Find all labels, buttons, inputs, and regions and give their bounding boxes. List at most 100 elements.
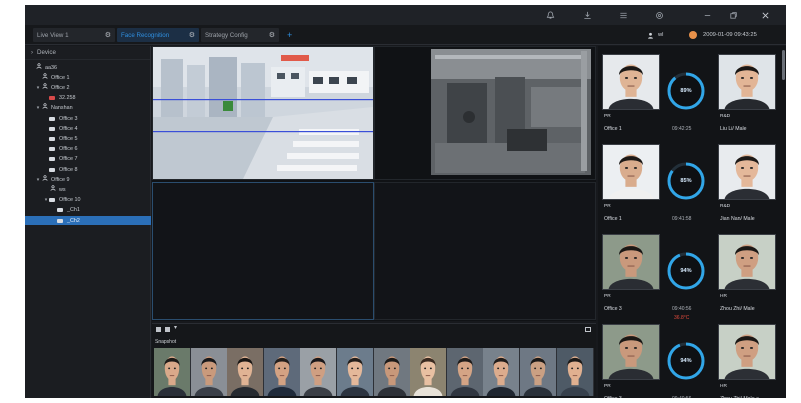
- tree-item[interactable]: Office 1: [25, 72, 151, 82]
- tree-item[interactable]: Office 5: [25, 134, 151, 143]
- download-icon[interactable]: [581, 9, 593, 21]
- similarity-percent: 89%: [680, 88, 692, 94]
- user-icon: [648, 32, 653, 39]
- recognition-card[interactable]: 94%PROffice 309:40:5636.8°CHRZhou Zhi/ M…: [598, 324, 781, 398]
- matched-face[interactable]: [718, 144, 776, 200]
- tree-item[interactable]: Office 8: [25, 165, 151, 174]
- tab-face-recognition[interactable]: Face Recognition ⚙: [117, 28, 199, 42]
- camera-feed-office: [153, 47, 373, 179]
- tree-item-label: _Ch2: [67, 217, 80, 224]
- group-icon: [41, 174, 48, 185]
- tree-item[interactable]: ▾ Office 10: [25, 196, 151, 205]
- capture-source-tag: PR: [604, 384, 611, 389]
- matched-face[interactable]: [718, 54, 776, 110]
- similarity-percent: 85%: [680, 178, 692, 184]
- video-grid: [152, 46, 596, 321]
- captured-face[interactable]: [602, 234, 660, 290]
- minimize-icon[interactable]: [701, 9, 713, 21]
- person-name: Zhou Zhi/ Male: [720, 306, 755, 312]
- capture-time: 09:42:25: [672, 126, 692, 132]
- camera-icon: [49, 157, 55, 162]
- snapshot-face[interactable]: [373, 348, 410, 396]
- tree-item-label: Office 8: [59, 166, 78, 173]
- capture-source-tag: PR: [604, 114, 611, 119]
- tab-live-view[interactable]: Live View 1 ⚙: [33, 28, 115, 42]
- person-name: Zhou Zhi/ Male ×: [720, 396, 759, 398]
- snapshot-faces-strip: [154, 348, 594, 396]
- expand-icon[interactable]: [585, 327, 591, 332]
- similarity-percent: 94%: [680, 358, 692, 364]
- captured-face[interactable]: [602, 324, 660, 380]
- tree-item-label: Office 6: [59, 146, 78, 153]
- snapshot-face[interactable]: [446, 348, 483, 396]
- snapshot-face[interactable]: [154, 348, 190, 396]
- snapshot-panel: ▾ Snapshot: [152, 323, 596, 398]
- recognition-panel: 89% PR Office 1 09:42:25 R&D Liu Li/ Male 85% P…: [598, 46, 786, 398]
- sidebar-header[interactable]: › Device: [25, 46, 150, 60]
- snapshot-face[interactable]: [410, 348, 447, 396]
- recognition-card[interactable]: 94%PROffice 309:40:5636.8°CHRZhou Zhi/ M…: [598, 234, 781, 322]
- scrollbar[interactable]: [782, 50, 785, 80]
- tree-item[interactable]: aa36: [25, 62, 151, 72]
- captured-face[interactable]: [602, 54, 660, 110]
- tree-item-label: Office 1: [51, 74, 70, 81]
- tree-item[interactable]: Office 3: [25, 114, 151, 123]
- matched-face[interactable]: [718, 324, 776, 380]
- grid-view-icon[interactable]: [156, 327, 161, 332]
- tree-item[interactable]: ws: [25, 185, 151, 194]
- tree-item[interactable]: _Ch2: [25, 216, 151, 225]
- gear-icon[interactable]: ⚙: [189, 31, 195, 39]
- snapshot-face[interactable]: [190, 348, 227, 396]
- snapshot-face[interactable]: [263, 348, 300, 396]
- recognition-card[interactable]: 89% PR Office 1 09:42:25 R&D Liu Li/ Male: [598, 54, 781, 142]
- video-cell-1[interactable]: [152, 46, 374, 180]
- device-sidebar: › Device aa36 Office 1 ▾ Office 2 32.258 ▾ Nan…: [25, 46, 151, 398]
- settings-icon[interactable]: [653, 9, 665, 21]
- capture-location: Office 3: [604, 306, 622, 312]
- tree-item-label: 32.258: [59, 95, 76, 102]
- sidebar-title: Device: [37, 49, 56, 56]
- tree-item[interactable]: Office 7: [25, 155, 151, 164]
- title-bar: [25, 5, 786, 25]
- tree-item-label: Office 4: [59, 125, 78, 132]
- snapshot-face[interactable]: [483, 348, 520, 396]
- snapshot-face[interactable]: [337, 348, 373, 396]
- close-icon[interactable]: [759, 9, 771, 21]
- gear-icon[interactable]: ⚙: [105, 31, 111, 39]
- snapshot-face[interactable]: [300, 348, 337, 396]
- add-tab-icon[interactable]: +: [287, 28, 292, 42]
- video-cell-2[interactable]: [374, 46, 596, 180]
- menu-icon[interactable]: [617, 9, 629, 21]
- snapshot-face[interactable]: [556, 348, 593, 396]
- snapshot-toolbar: ▾: [152, 324, 596, 336]
- tree-item-label: ws: [59, 186, 66, 193]
- list-view-icon[interactable]: [165, 327, 170, 332]
- tree-item[interactable]: ▾ Office 2: [25, 83, 151, 92]
- group-icon: [41, 103, 48, 113]
- app-window: Live View 1 ⚙ Face Recognition ⚙ Strateg…: [25, 5, 786, 398]
- tree-item-label: Office 5: [59, 135, 78, 142]
- group-icon: [41, 83, 48, 93]
- captured-face[interactable]: [602, 144, 660, 200]
- restore-icon[interactable]: [727, 9, 739, 21]
- tree-item[interactable]: Office 6: [25, 145, 151, 154]
- chevron-down-icon[interactable]: ▾: [174, 324, 177, 331]
- tree-item[interactable]: 32.258: [25, 94, 151, 103]
- chevron-right-icon: ›: [31, 49, 33, 56]
- camera-icon: [49, 167, 55, 172]
- video-cell-4[interactable]: [374, 182, 596, 320]
- matched-face[interactable]: [718, 234, 776, 290]
- tree-item[interactable]: Office 4: [25, 124, 151, 133]
- recognition-card[interactable]: 85% PR Office 1 09:41:58 R&D Jian Nan/ Male: [598, 144, 781, 232]
- snapshot-face[interactable]: [227, 348, 264, 396]
- video-cell-3[interactable]: [152, 182, 374, 320]
- tree-item[interactable]: ▾ Nanshan: [25, 103, 151, 113]
- tree-item-label: Nanshan: [51, 105, 73, 112]
- gear-icon[interactable]: ⚙: [269, 31, 275, 39]
- tree-item[interactable]: ▾ Office 9: [25, 174, 151, 185]
- bell-icon[interactable]: [544, 9, 556, 21]
- tree-item[interactable]: _Ch1: [25, 206, 151, 215]
- snapshot-face[interactable]: [520, 348, 556, 396]
- tab-strategy-config[interactable]: Strategy Config ⚙: [201, 28, 279, 42]
- person-department: R&D: [720, 204, 731, 209]
